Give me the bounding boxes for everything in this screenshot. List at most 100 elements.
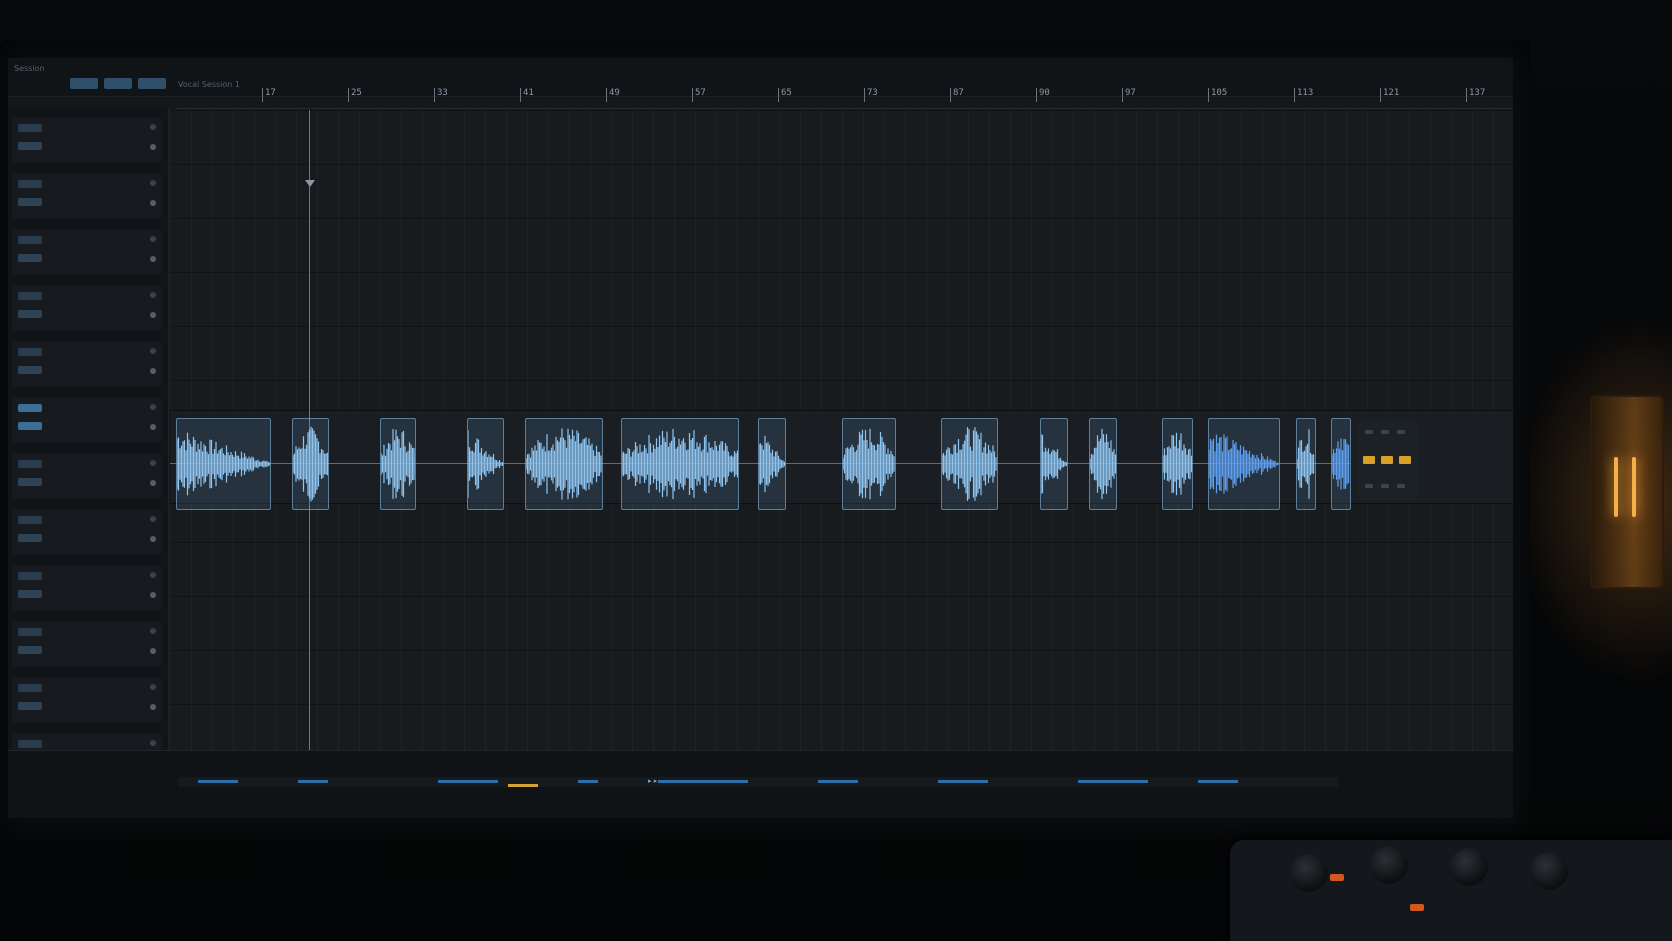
track-volume-chip[interactable] xyxy=(18,478,42,486)
mini-control-dot[interactable] xyxy=(1381,430,1389,434)
session-overview-strip[interactable] xyxy=(178,777,1338,787)
track-solo-dot[interactable] xyxy=(150,144,156,150)
track-solo-dot[interactable] xyxy=(150,480,156,486)
audio-clip[interactable] xyxy=(1208,418,1281,510)
arrange-view[interactable] xyxy=(170,110,1513,750)
track-color-chip[interactable] xyxy=(18,740,42,748)
track-solo-dot[interactable] xyxy=(150,200,156,206)
playhead-marker-icon[interactable] xyxy=(305,180,315,187)
track-header[interactable] xyxy=(12,622,162,666)
track-volume-chip[interactable] xyxy=(18,366,42,374)
track-volume-chip[interactable] xyxy=(18,310,42,318)
toolbar-button-1[interactable] xyxy=(70,78,98,89)
track-solo-dot[interactable] xyxy=(150,648,156,654)
track-header[interactable] xyxy=(12,118,162,162)
audio-clip[interactable] xyxy=(292,418,330,510)
audio-clip[interactable] xyxy=(379,418,417,510)
audio-clip[interactable] xyxy=(1331,418,1352,510)
track-volume-chip[interactable] xyxy=(18,534,42,542)
track-color-chip[interactable] xyxy=(18,180,42,188)
mini-control-dot[interactable] xyxy=(1397,484,1405,488)
audio-clip[interactable] xyxy=(466,418,504,510)
track-mute-dot[interactable] xyxy=(150,740,156,746)
track-mute-dot[interactable] xyxy=(150,292,156,298)
track-volume-chip[interactable] xyxy=(18,646,42,654)
controller-knob[interactable] xyxy=(1450,848,1488,886)
timeline-ruler[interactable]: 17 25 33 41 49 57 65 73 87 90 97 105 113 121 137 xyxy=(176,86,1513,109)
track-header[interactable] xyxy=(12,510,162,554)
controller-knob[interactable] xyxy=(1370,846,1408,884)
track-mute-dot[interactable] xyxy=(150,124,156,130)
track-solo-dot[interactable] xyxy=(150,536,156,542)
ruler-bar-number: 73 xyxy=(867,88,878,98)
track-volume-chip[interactable] xyxy=(18,198,42,206)
audio-clip[interactable] xyxy=(1089,418,1118,510)
track-color-chip[interactable] xyxy=(18,348,42,356)
ruler-tick xyxy=(692,88,693,102)
track-solo-dot[interactable] xyxy=(150,256,156,262)
track-header[interactable] xyxy=(12,342,162,386)
audio-clip[interactable] xyxy=(841,418,897,510)
track-header[interactable] xyxy=(12,398,162,442)
audio-clip[interactable] xyxy=(176,418,272,510)
track-solo-dot[interactable] xyxy=(150,592,156,598)
ruler-tick xyxy=(1208,88,1209,102)
track-mute-dot[interactable] xyxy=(150,180,156,186)
solo-led-icon[interactable] xyxy=(1381,456,1393,464)
track-volume-chip[interactable] xyxy=(18,422,42,430)
track-header[interactable] xyxy=(12,286,162,330)
track-mute-dot[interactable] xyxy=(150,236,156,242)
track-mute-dot[interactable] xyxy=(150,628,156,634)
track-color-chip[interactable] xyxy=(18,572,42,580)
track-solo-dot[interactable] xyxy=(150,424,156,430)
track-color-chip[interactable] xyxy=(18,124,42,132)
track-color-chip[interactable] xyxy=(18,236,42,244)
mini-control-dot[interactable] xyxy=(1365,430,1373,434)
overview-loop-marker[interactable] xyxy=(508,784,538,787)
track-solo-dot[interactable] xyxy=(150,704,156,710)
track-solo-dot[interactable] xyxy=(150,368,156,374)
mini-control-dot[interactable] xyxy=(1365,484,1373,488)
overview-segment xyxy=(1078,780,1148,783)
mini-control-dot[interactable] xyxy=(1381,484,1389,488)
track-color-chip[interactable] xyxy=(18,516,42,524)
waveform-path xyxy=(1162,432,1192,496)
track-mute-dot[interactable] xyxy=(150,572,156,578)
toolbar-button-3[interactable] xyxy=(138,78,166,89)
track-mute-dot[interactable] xyxy=(150,404,156,410)
mute-led-icon[interactable] xyxy=(1363,456,1375,464)
audio-clip[interactable] xyxy=(1161,418,1193,510)
track-mute-dot[interactable] xyxy=(150,460,156,466)
track-header[interactable] xyxy=(12,174,162,218)
track-mute-dot[interactable] xyxy=(150,348,156,354)
toolbar-button-2[interactable] xyxy=(104,78,132,89)
audio-clip[interactable] xyxy=(1295,418,1316,510)
controller-orange-button[interactable] xyxy=(1330,874,1344,881)
track-color-chip[interactable] xyxy=(18,684,42,692)
arm-led-icon[interactable] xyxy=(1399,456,1411,464)
track-color-chip[interactable] xyxy=(18,292,42,300)
track-header[interactable] xyxy=(12,454,162,498)
audio-clip[interactable] xyxy=(524,418,603,510)
audio-clip[interactable] xyxy=(940,418,999,510)
track-color-chip[interactable] xyxy=(18,404,42,412)
track-volume-chip[interactable] xyxy=(18,590,42,598)
track-solo-dot[interactable] xyxy=(150,312,156,318)
track-header[interactable] xyxy=(12,230,162,274)
controller-orange-button[interactable] xyxy=(1410,904,1424,911)
audio-clip[interactable] xyxy=(1039,418,1068,510)
track-volume-chip[interactable] xyxy=(18,702,42,710)
track-color-chip[interactable] xyxy=(18,460,42,468)
controller-knob[interactable] xyxy=(1290,854,1328,892)
track-header[interactable] xyxy=(12,678,162,722)
mini-control-dot[interactable] xyxy=(1397,430,1405,434)
audio-clip[interactable] xyxy=(620,418,740,510)
audio-clip[interactable] xyxy=(757,418,786,510)
track-color-chip[interactable] xyxy=(18,628,42,636)
track-header[interactable] xyxy=(12,566,162,610)
track-mute-dot[interactable] xyxy=(150,684,156,690)
track-volume-chip[interactable] xyxy=(18,254,42,262)
controller-knob[interactable] xyxy=(1530,852,1568,890)
track-volume-chip[interactable] xyxy=(18,142,42,150)
track-mute-dot[interactable] xyxy=(150,516,156,522)
